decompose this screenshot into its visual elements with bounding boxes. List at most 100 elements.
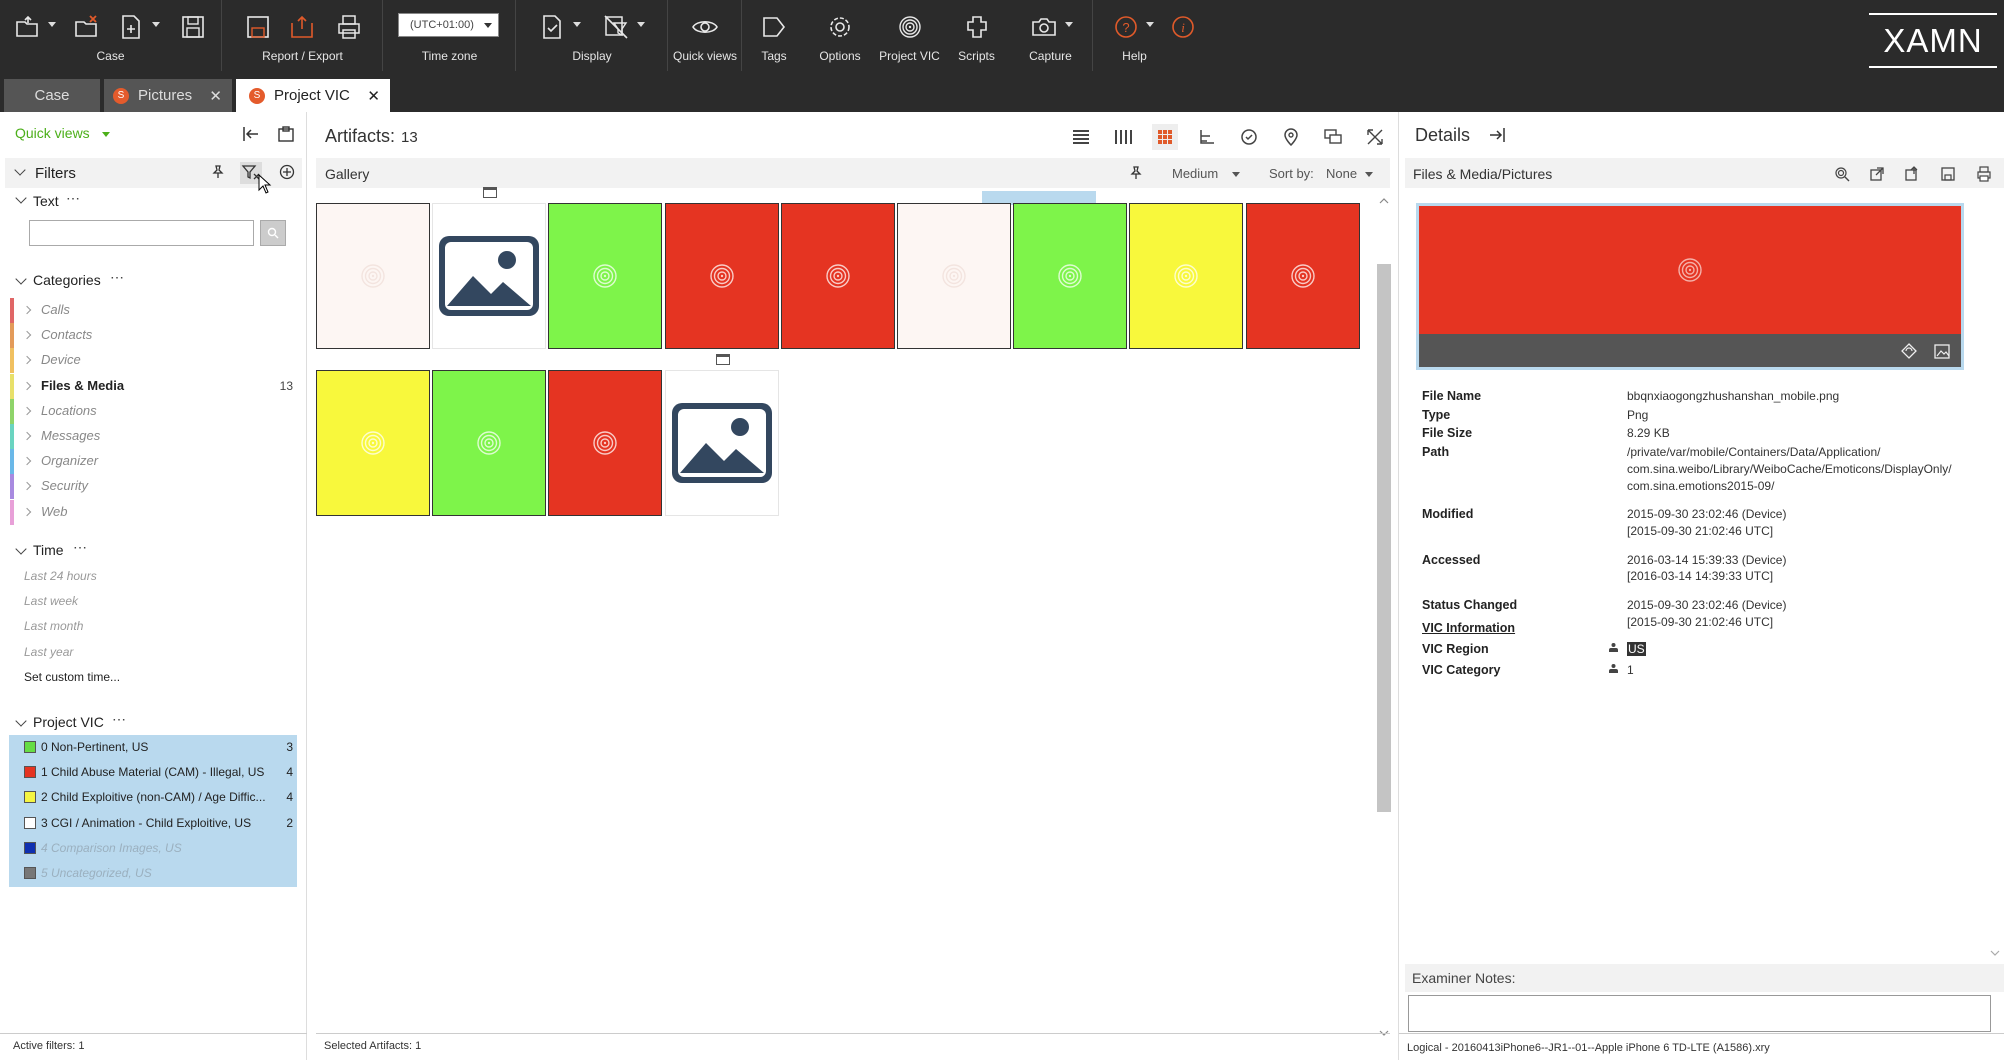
tab-project-vic[interactable]: S Project VIC ✕ [236,79,390,112]
collapse-details-icon[interactable] [1488,126,1506,149]
display-filter-icon[interactable] [601,12,631,42]
vic-filter-item[interactable]: 3 CGI / Animation - Child Exploitive, US… [9,811,297,836]
camera-icon[interactable] [1029,12,1059,42]
time-filter-item[interactable]: Last week [24,594,78,608]
more-options-icon[interactable]: ⋯ [112,711,127,728]
chevron-right-icon[interactable] [22,381,32,390]
chevron-down-icon[interactable] [15,715,27,727]
gallery-thumbnail[interactable] [432,203,547,349]
search-button[interactable] [260,220,286,246]
scroll-up-icon[interactable] [1378,192,1390,210]
gallery-thumbnail[interactable] [548,370,663,516]
category-item[interactable]: Device [10,348,295,374]
display-checklist-icon[interactable] [537,12,567,42]
chevron-down-icon[interactable] [102,132,110,137]
new-case-icon[interactable] [116,12,146,42]
vic-filter-item[interactable]: 5 Uncategorized, US [9,861,297,886]
chevron-right-icon[interactable] [22,356,32,365]
help-caret-icon[interactable] [1146,22,1154,27]
list-view-icon[interactable] [1068,124,1094,150]
scroll-down-icon[interactable] [1989,944,2001,962]
toolbar-group-project-vic[interactable]: Project VIC [875,0,944,71]
help-icon[interactable]: ? [1111,12,1141,42]
save-report-icon[interactable] [243,12,273,42]
eye-icon[interactable] [690,12,720,42]
toolbar-group-scripts[interactable]: Scripts [945,0,1008,71]
toolbar-group-quick-views[interactable]: Quick views [669,0,742,71]
chevron-down-icon[interactable] [15,192,27,204]
gallery-thumbnail[interactable] [316,203,430,349]
export-icon[interactable] [287,12,317,42]
chevron-down-icon[interactable] [15,543,27,555]
vic-filter-item[interactable]: 4 Comparison Images, US [9,836,297,861]
category-item[interactable]: Messages [10,424,295,449]
gallery-thumbnail[interactable] [897,203,1011,349]
chevron-down-icon[interactable] [15,273,27,285]
hierarchy-view-icon[interactable] [1194,124,1220,150]
puzzle-icon[interactable] [962,12,992,42]
more-options-icon[interactable]: ⋯ [110,269,125,286]
capture-caret-icon[interactable] [1065,22,1073,27]
chevron-down-icon[interactable] [1365,172,1373,177]
gallery-thumbnail[interactable] [1129,203,1244,349]
time-filter-item[interactable]: Last year [24,645,73,659]
display-filter-caret-icon[interactable] [637,22,645,27]
open-case-icon[interactable] [13,12,43,42]
chevron-right-icon[interactable] [22,482,32,491]
print-icon[interactable] [334,12,364,42]
collapse-panel-icon[interactable] [242,125,260,148]
chevron-right-icon[interactable] [22,456,32,466]
category-item[interactable]: Locations [10,398,295,424]
vic-filter-item[interactable]: 1 Child Abuse Material (CAM) - Illegal, … [9,760,297,785]
export-item-icon[interactable] [1901,163,1923,185]
fingerprint-icon[interactable] [895,12,925,42]
time-filter-item[interactable]: Set custom time... [24,670,120,684]
category-item[interactable]: Organizer [10,449,295,475]
tab-pictures[interactable]: S Pictures ✕ [104,79,232,112]
vic-filter-item[interactable]: 0 Non-Pertinent, US 3 [9,735,297,760]
tab-case[interactable]: Case [4,79,100,112]
rotate-icon[interactable] [1900,342,1918,365]
more-options-icon[interactable]: ⋯ [66,190,81,207]
gallery-thumbnail[interactable] [664,203,779,349]
gallery-thumbnail[interactable] [1013,203,1128,349]
add-filter-icon[interactable] [279,164,295,185]
chevron-right-icon[interactable] [22,305,32,315]
gallery-thumbnail[interactable] [316,370,430,516]
toolbar-group-capture[interactable]: Capture [1009,0,1093,71]
clipboard-icon[interactable] [277,125,295,148]
gallery-thumbnail[interactable] [664,370,779,516]
time-filter-item[interactable]: Last month [24,619,83,633]
gallery-thumbnail[interactable] [548,203,663,349]
text-filter-input[interactable] [29,220,254,246]
sort-by-select[interactable]: None [1326,166,1357,181]
open-external-icon[interactable] [1866,163,1888,185]
thumbnail-size-select[interactable]: Medium [1172,166,1218,181]
image-preview[interactable] [1416,203,1964,370]
save-icon[interactable] [1937,163,1959,185]
close-case-icon[interactable] [72,12,102,42]
category-item[interactable]: Web [10,499,295,525]
chevron-right-icon[interactable] [22,431,32,441]
examiner-notes-input[interactable] [1408,995,1991,1032]
close-icon[interactable]: ✕ [367,87,380,105]
chevron-right-icon[interactable] [22,330,32,340]
new-case-caret-icon[interactable] [152,22,160,27]
more-options-icon[interactable]: ⋯ [73,539,88,556]
tag-icon[interactable] [759,12,789,42]
time-filter-item[interactable]: Last 24 hours [24,569,97,583]
print-icon[interactable] [1973,163,1995,185]
chevron-right-icon[interactable] [22,507,32,516]
column-view-icon[interactable] [1110,124,1136,150]
chevron-right-icon[interactable] [22,406,32,416]
gear-icon[interactable] [825,12,855,42]
save-case-icon[interactable] [178,12,208,42]
open-case-caret-icon[interactable] [48,22,56,27]
fingerprint-search-icon[interactable] [1831,163,1853,185]
vic-filter-item[interactable]: 2 Child Exploitive (non-CAM) / Age Diffi… [9,785,297,810]
gallery-thumbnail[interactable] [780,203,895,349]
category-item[interactable]: Security [10,474,295,500]
map-view-icon[interactable] [1278,124,1304,150]
open-image-icon[interactable] [1933,342,1951,365]
category-item[interactable]: Files & Media 13 [10,373,295,399]
